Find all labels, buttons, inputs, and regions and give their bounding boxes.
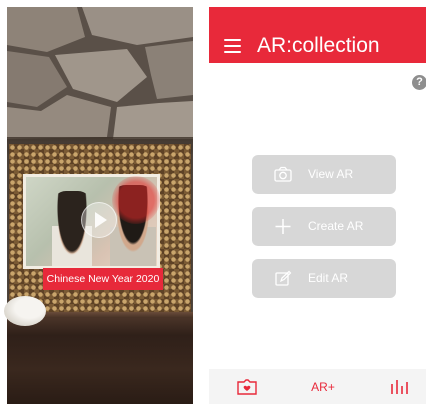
view-ar-label: View AR [308, 167, 354, 181]
tab-ar-plus[interactable]: AR+ [305, 369, 341, 404]
ar-plus-icon: AR+ [311, 380, 335, 394]
create-ar-button[interactable]: Create AR [252, 207, 396, 246]
shelf [7, 318, 193, 404]
plus-icon [275, 219, 291, 234]
camera-icon [274, 166, 292, 182]
photo-caption: Chinese New Year 2020 [43, 268, 163, 290]
stats-icon [391, 380, 408, 394]
tab-stats[interactable] [385, 369, 413, 404]
home-gallery-icon [237, 379, 257, 395]
ar-marker-glow [112, 176, 160, 224]
bottom-tab-bar: AR+ [209, 369, 426, 404]
edit-ar-button[interactable]: Edit AR [252, 259, 396, 298]
create-ar-label: Create AR [308, 219, 364, 233]
decorative-stone [4, 296, 46, 326]
app-screen: AR:collection ? View AR Create AR Edit A… [209, 7, 426, 404]
app-title: AR:collection [257, 34, 380, 57]
edit-icon [275, 270, 292, 286]
tab-home[interactable] [233, 369, 261, 404]
hamburger-menu-icon[interactable] [224, 39, 241, 53]
play-icon[interactable] [81, 202, 117, 238]
help-icon[interactable]: ? [412, 75, 426, 90]
edit-ar-label: Edit AR [308, 271, 349, 285]
stone-wall-background [7, 7, 193, 152]
app-header: AR:collection [209, 7, 426, 63]
view-ar-button[interactable]: View AR [252, 155, 396, 194]
